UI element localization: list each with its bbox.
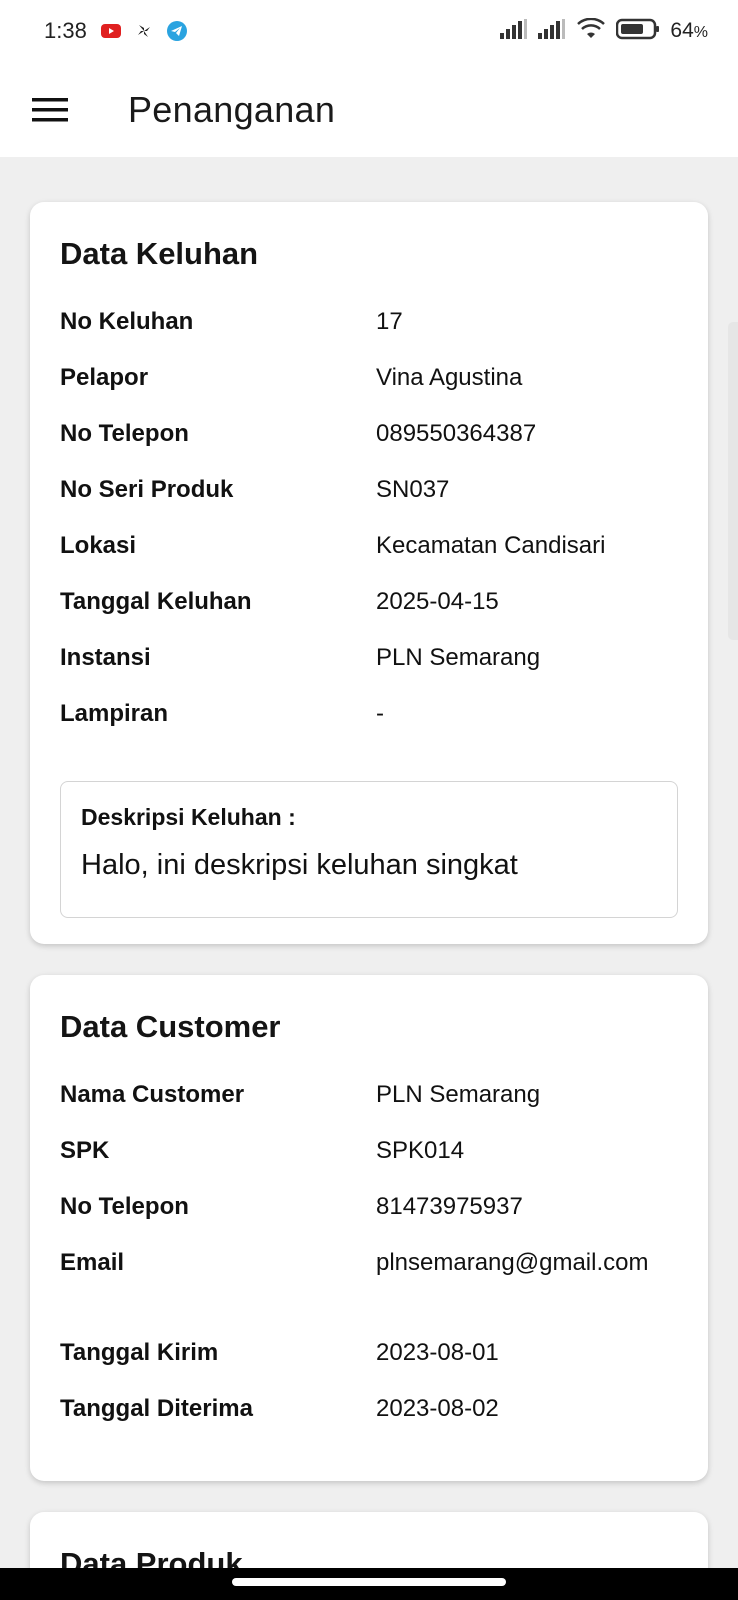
row-value: PLN Semarang bbox=[376, 1081, 541, 1108]
youtube-icon bbox=[100, 23, 121, 39]
keluhan-row: No Seri Produk SN037 bbox=[60, 470, 680, 526]
row-value: 2023-08-02 bbox=[376, 1395, 499, 1422]
battery-icon bbox=[616, 18, 660, 45]
keluhan-row: No Telepon 089550364387 bbox=[60, 414, 680, 470]
row-label: Tanggal Diterima bbox=[60, 1395, 253, 1422]
row-value: Vina Agustina bbox=[376, 364, 523, 391]
row-label: Tanggal Kirim bbox=[60, 1339, 219, 1366]
signal-icon-1 bbox=[500, 18, 528, 44]
pinwheel-icon bbox=[135, 22, 153, 40]
battery-value: 64 bbox=[670, 19, 694, 42]
home-indicator[interactable] bbox=[232, 1578, 506, 1586]
customer-card: Data Customer Nama Customer PLN Semarang … bbox=[30, 975, 708, 1481]
row-value: SN037 bbox=[376, 476, 450, 503]
customer-row: Tanggal Kirim 2023-08-01 bbox=[60, 1333, 680, 1389]
navigation-bar bbox=[0, 1568, 738, 1600]
row-label: Lokasi bbox=[60, 532, 137, 559]
battery-unit: % bbox=[693, 24, 708, 41]
row-label: No Telepon bbox=[60, 420, 189, 447]
telegram-icon bbox=[166, 21, 187, 41]
wifi-icon bbox=[576, 17, 606, 45]
scrollbar[interactable] bbox=[728, 322, 738, 640]
keluhan-row: Instansi PLN Semarang bbox=[60, 638, 680, 694]
row-value: SPK014 bbox=[376, 1137, 465, 1164]
keluhan-card: Data Keluhan No Keluhan 17 Pelapor Vina Ag… bbox=[30, 202, 708, 944]
menu-button[interactable] bbox=[22, 82, 78, 138]
row-label: Lampiran bbox=[60, 700, 169, 727]
row-label: No Keluhan bbox=[60, 308, 194, 335]
row-label: Instansi bbox=[60, 644, 151, 671]
customer-row: Tanggal Diterima 2023-08-02 bbox=[60, 1389, 680, 1445]
row-value: 81473975937 bbox=[376, 1193, 523, 1220]
row-value: 2023-08-01 bbox=[376, 1339, 499, 1366]
customer-row: Email plnsemarang@gmail.com bbox=[60, 1243, 680, 1333]
customer-row: SPK SPK014 bbox=[60, 1131, 680, 1187]
row-value: PLN Semarang bbox=[376, 644, 541, 671]
row-label: No Telepon bbox=[60, 1193, 189, 1220]
row-value: 2025-04-15 bbox=[376, 588, 499, 615]
battery-percent: 64% bbox=[670, 19, 708, 43]
email-value: plnsemarang@gmail.com bbox=[376, 1249, 649, 1276]
status-time: 1:38 bbox=[44, 18, 87, 43]
status-right: 64% bbox=[500, 17, 708, 45]
keluhan-row: Pelapor Vina Agustina bbox=[60, 358, 680, 414]
status-bar: 1:38 64% bbox=[0, 0, 738, 62]
keluhan-row: Lampiran - bbox=[60, 694, 680, 750]
keluhan-row: Lokasi Kecamatan Candisari bbox=[60, 526, 680, 582]
hamburger-menu-icon bbox=[32, 97, 68, 121]
customer-row: Nama Customer PLN Semarang bbox=[60, 1075, 680, 1131]
row-label: No Seri Produk bbox=[60, 476, 234, 503]
status-left: 1:38 bbox=[44, 18, 187, 44]
row-value: 17 bbox=[376, 308, 403, 335]
row-value: Kecamatan Candisari bbox=[376, 532, 606, 559]
keluhan-title: Data Keluhan bbox=[60, 236, 259, 271]
page-title: Penanganan bbox=[128, 88, 336, 130]
row-label: SPK bbox=[60, 1137, 110, 1164]
description-label: Deskripsi Keluhan : bbox=[81, 804, 296, 830]
signal-icon-2 bbox=[538, 18, 566, 44]
row-value: 089550364387 bbox=[376, 420, 537, 447]
screen: 1:38 64% Penanganan Data Keluhan No Kelu… bbox=[0, 0, 738, 1600]
keluhan-row: No Keluhan 17 bbox=[60, 302, 680, 358]
lampiran-value[interactable]: - bbox=[376, 697, 666, 731]
customer-title: Data Customer bbox=[60, 1009, 281, 1044]
row-label: Nama Customer bbox=[60, 1081, 245, 1108]
customer-row: No Telepon 81473975937 bbox=[60, 1187, 680, 1243]
row-label: Tanggal Keluhan bbox=[60, 588, 252, 615]
app-bar: Penanganan bbox=[0, 62, 738, 157]
row-label: Pelapor bbox=[60, 364, 149, 391]
row-label: Email bbox=[60, 1249, 125, 1276]
description-text: Halo, ini deskripsi keluhan singkat bbox=[81, 849, 518, 881]
keluhan-rows: No Keluhan 17 Pelapor Vina Agustina No Tel… bbox=[60, 302, 680, 750]
customer-rows: Nama Customer PLN Semarang SPK SPK014 No T… bbox=[60, 1075, 680, 1445]
description-box: Deskripsi Keluhan : Halo, ini deskripsi … bbox=[60, 781, 678, 918]
keluhan-row: Tanggal Keluhan 2025-04-15 bbox=[60, 582, 680, 638]
